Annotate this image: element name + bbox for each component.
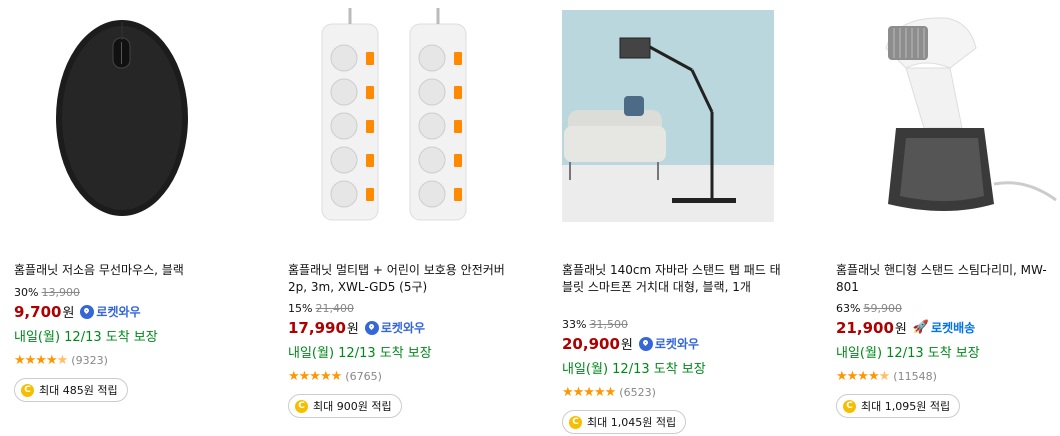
discount-rate: 15% (288, 302, 313, 315)
steamer-image[interactable] (866, 8, 1060, 222)
reward-badge: C 최대 900원 적립 (288, 394, 402, 418)
review-count: (6765) (345, 370, 382, 383)
original-price: 13,900 (41, 286, 80, 299)
star-rating: ★★★★★ (562, 385, 616, 400)
wireless-mouse-image[interactable] (14, 8, 228, 222)
coin-icon: C (21, 383, 34, 397)
product-title[interactable]: 홈플래닛 멀티탭 + 어린이 보호용 안전커버 2p, 3m, XWL-GD5 … (288, 262, 508, 296)
coin-icon: C (569, 415, 582, 429)
power-strip-image[interactable] (308, 8, 522, 222)
delivery-promise: 내일(월) 12/13 도착 보장 (836, 346, 980, 361)
rocket-delivery-badge: 🚀 로켓배송 (912, 320, 976, 335)
rocket-wow-icon (638, 336, 653, 351)
star-rating: ★★★★★ (288, 369, 342, 384)
reward-text: 최대 900원 적립 (313, 400, 392, 413)
coin-icon: C (843, 399, 856, 413)
discount-row: 30% 13,900 (14, 286, 254, 300)
reward-badge: C 최대 1,045원 적립 (562, 410, 687, 434)
rocket-wow-badge: 로켓와우 (638, 335, 699, 352)
reward-text: 최대 485원 적립 (39, 384, 118, 397)
review-count: (11548) (893, 370, 937, 383)
sale-price: 20,900 (562, 334, 620, 353)
reward-text: 최대 1,095원 적립 (861, 400, 951, 413)
discount-rate: 33% (562, 318, 587, 331)
sale-price: 21,900 (836, 318, 894, 337)
delivery-promise: 내일(월) 12/13 도착 보장 (288, 346, 432, 361)
star-rating: ★★★★★ (836, 369, 890, 384)
discount-row: 63% 59,900 (836, 302, 1060, 316)
sale-price: 17,990 (288, 318, 346, 337)
original-price: 59,900 (863, 302, 902, 315)
won-unit: 원 (894, 322, 907, 337)
product-title[interactable]: 홈플래닛 140cm 자바라 스탠드 탭 패드 태블릿 스마트폰 거치대 대형,… (562, 262, 782, 296)
star-rating: ★★★★★ (14, 353, 68, 368)
delivery-promise: 내일(월) 12/13 도착 보장 (14, 330, 158, 345)
reward-badge: C 최대 1,095원 적립 (836, 394, 961, 418)
reward-badge: C 최대 485원 적립 (14, 378, 128, 402)
review-count: (9323) (71, 354, 108, 367)
rocket-wow-icon (364, 320, 379, 335)
product-title[interactable]: 홈플래닛 저소음 무선마우스, 블랙 (14, 262, 234, 279)
rocket-wow-icon (80, 304, 95, 319)
original-price: 21,400 (315, 302, 354, 315)
original-price: 31,500 (589, 318, 628, 331)
product-title[interactable]: 홈플래닛 핸디형 스탠드 스팀다리미, MW-801 (836, 262, 1056, 296)
won-unit: 원 (620, 338, 633, 353)
discount-rate: 30% (14, 286, 39, 299)
reward-text: 최대 1,045원 적립 (587, 416, 677, 429)
sale-price: 9,700 (14, 302, 62, 321)
won-unit: 원 (62, 306, 75, 321)
rocket-wow-badge: 로켓와우 (80, 303, 141, 320)
won-unit: 원 (346, 322, 359, 337)
discount-row: 15% 21,400 (288, 302, 528, 316)
delivery-promise: 내일(월) 12/13 도착 보장 (562, 362, 706, 377)
tablet-stand-image[interactable] (562, 10, 774, 222)
review-count: (6523) (619, 386, 656, 399)
rocket-icon: 🚀 (912, 320, 930, 335)
discount-rate: 63% (836, 302, 861, 315)
rocket-wow-badge: 로켓와우 (364, 319, 425, 336)
coin-icon: C (295, 399, 308, 413)
discount-row: 33% 31,500 (562, 318, 802, 332)
